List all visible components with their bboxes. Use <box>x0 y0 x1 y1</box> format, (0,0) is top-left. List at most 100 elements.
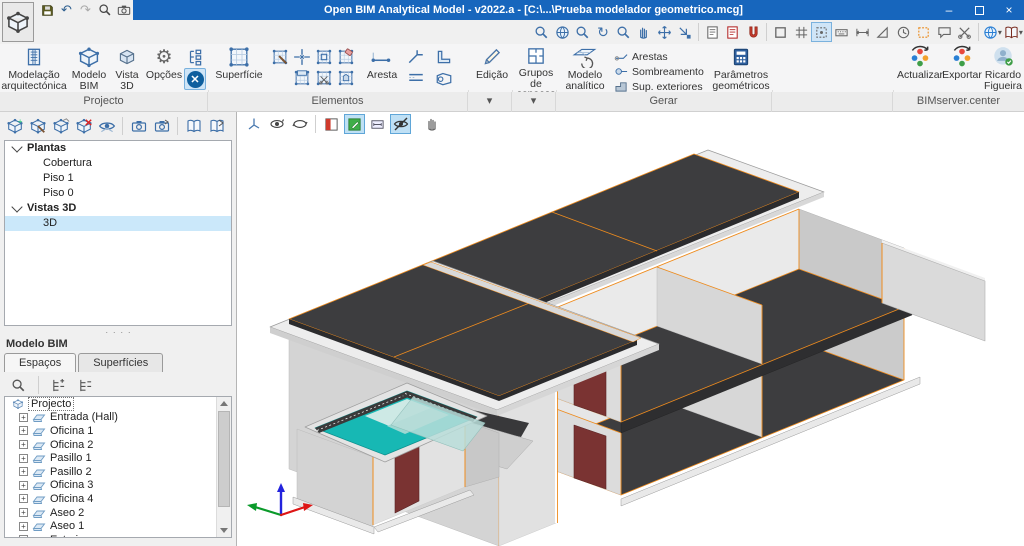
tree-group-plantas[interactable]: Plantas <box>5 141 231 156</box>
tree-item-piso1[interactable]: Piso 1 <box>5 171 231 186</box>
tree-item-space[interactable]: + Aseo 2 <box>5 506 216 520</box>
bimserver-web-icon[interactable]: ▾ <box>982 22 1003 42</box>
tree-group-vistas3d[interactable]: Vistas 3D <box>5 201 231 216</box>
vista-3d-button[interactable]: Vista 3D <box>110 45 144 91</box>
save-button[interactable] <box>38 1 57 19</box>
opcoes-button[interactable]: ⚙ Opções <box>144 45 184 91</box>
template-views-icon[interactable] <box>702 22 722 42</box>
actualizar-button[interactable]: Actualizar <box>897 45 943 91</box>
zoom-previous-icon[interactable] <box>572 22 592 42</box>
tree-item-space[interactable]: + Oficina 3 <box>5 479 216 493</box>
collapse-all-icon[interactable] <box>75 375 96 395</box>
group-grupos-caret[interactable]: ▾ <box>512 92 556 112</box>
expand-icon[interactable]: + <box>19 412 28 422</box>
tree-item-space[interactable]: + Oficina 1 <box>5 424 216 438</box>
tree-item-space[interactable]: + Aseo 1 <box>5 519 216 533</box>
axes-tripod-icon[interactable] <box>243 114 264 134</box>
hide-elements-icon[interactable] <box>390 114 411 134</box>
surface-extend-button[interactable] <box>292 68 312 88</box>
modelo-bim-button[interactable]: Modelo BIM <box>68 45 110 91</box>
view-delete-icon[interactable] <box>73 116 94 136</box>
modelo-analitico-button[interactable]: Modelo analítico <box>560 45 610 91</box>
tab-superficies[interactable]: Superfícies <box>78 353 164 372</box>
capture-icon[interactable] <box>128 116 149 136</box>
minimize-button[interactable]: – <box>934 0 964 20</box>
group-edicao-caret[interactable]: ▾ <box>468 92 512 112</box>
book-open-icon[interactable] <box>183 116 204 136</box>
dimensions-toggle-icon[interactable] <box>367 114 388 134</box>
tree-root-projecto[interactable]: Projecto <box>5 397 216 411</box>
close-project-button[interactable]: ✕ <box>184 68 206 90</box>
pan-icon[interactable] <box>634 22 654 42</box>
zoom-region-icon[interactable] <box>531 22 551 42</box>
surface-split-button[interactable] <box>314 68 334 88</box>
capture-view-button[interactable] <box>114 1 133 19</box>
zoom-window-icon[interactable] <box>613 22 633 42</box>
book-go-icon[interactable] <box>206 116 227 136</box>
grab-icon[interactable] <box>421 114 442 134</box>
tree-item-space[interactable]: + Oficina 4 <box>5 492 216 506</box>
edge-parallel-button[interactable] <box>406 68 426 88</box>
tree-item-space[interactable]: + Pasillo 2 <box>5 465 216 479</box>
trim-icon[interactable] <box>954 22 974 42</box>
user-account-button[interactable]: Ricardo Figueira <box>983 45 1023 91</box>
edge-diagonal-button[interactable] <box>406 47 426 67</box>
grid-icon[interactable] <box>791 22 811 42</box>
surface-erase-button[interactable] <box>336 47 356 67</box>
sombreamento-option[interactable]: Sombreamento <box>614 65 704 78</box>
dimensions-icon[interactable] <box>852 22 872 42</box>
tree-item-space[interactable]: +Exterior <box>5 533 216 537</box>
building-3d-model[interactable] <box>237 135 1024 546</box>
exportar-button[interactable]: Exportar <box>942 45 982 91</box>
move-view-icon[interactable] <box>654 22 674 42</box>
tree-item-space[interactable]: + Oficina 2 <box>5 438 216 452</box>
zoom-button[interactable] <box>95 1 114 19</box>
scroll-down-icon[interactable] <box>220 528 228 533</box>
surface-join-button[interactable] <box>292 47 312 67</box>
search-icon[interactable] <box>8 375 29 395</box>
edicao-button[interactable]: Edição <box>472 45 512 91</box>
view-box-button[interactable] <box>434 68 454 88</box>
arestas-option[interactable]: Arestas <box>614 50 668 63</box>
viewport-3d[interactable] <box>237 112 1024 546</box>
zoom-extents-icon[interactable] <box>552 22 572 42</box>
expand-all-icon[interactable] <box>48 375 69 395</box>
app-logo-button[interactable] <box>2 2 34 42</box>
tree-item-cobertura[interactable]: Cobertura <box>5 156 231 171</box>
edit-surfaces-icon[interactable] <box>344 114 365 134</box>
project-tree-button[interactable] <box>185 47 205 67</box>
restore-button[interactable] <box>964 0 994 20</box>
view-edit-icon[interactable] <box>27 116 48 136</box>
set-square-icon[interactable] <box>873 22 893 42</box>
redo-button[interactable]: ↷ <box>76 1 95 19</box>
surface-paint-button[interactable] <box>270 47 290 67</box>
tab-espacos[interactable]: Espaços <box>4 353 77 372</box>
view-add-icon[interactable]: + <box>4 116 25 136</box>
protractor-icon[interactable] <box>893 22 913 42</box>
frame-icon[interactable] <box>770 22 790 42</box>
view-visibility-icon[interactable] <box>96 116 117 136</box>
panel-splitter[interactable]: · · · · <box>0 328 237 338</box>
tree-item-space[interactable]: + Pasillo 1 <box>5 451 216 465</box>
wall-corner-button[interactable] <box>434 47 454 67</box>
tree-item-piso0[interactable]: Piso 0 <box>5 186 231 201</box>
keyboard-input-icon[interactable] <box>832 22 852 42</box>
modelacao-arquitectonica-button[interactable]: Modelação arquitectónica <box>1 45 67 91</box>
aresta-button[interactable]: Aresta <box>360 45 404 91</box>
scroll-thumb[interactable] <box>218 411 230 507</box>
orbit-icon[interactable] <box>266 114 287 134</box>
surface-volume-button[interactable] <box>336 68 356 88</box>
tree-item-space[interactable]: + Entrada (Hall) <box>5 411 216 425</box>
section-planes-icon[interactable] <box>321 114 342 134</box>
surface-offset-button[interactable] <box>314 47 334 67</box>
help-book-icon[interactable]: ▾ <box>1003 22 1024 42</box>
import-layers-icon[interactable] <box>722 22 742 42</box>
undo-button[interactable]: ↶ <box>57 1 76 19</box>
scroll-up-icon[interactable] <box>220 401 228 406</box>
object-snap-icon[interactable] <box>811 22 832 42</box>
view-copy-icon[interactable] <box>50 116 71 136</box>
scrollbar[interactable] <box>216 397 231 537</box>
redraw-icon[interactable]: ↻ <box>593 22 613 42</box>
selection-marker-icon[interactable] <box>914 22 934 42</box>
spin-icon[interactable] <box>289 114 310 134</box>
